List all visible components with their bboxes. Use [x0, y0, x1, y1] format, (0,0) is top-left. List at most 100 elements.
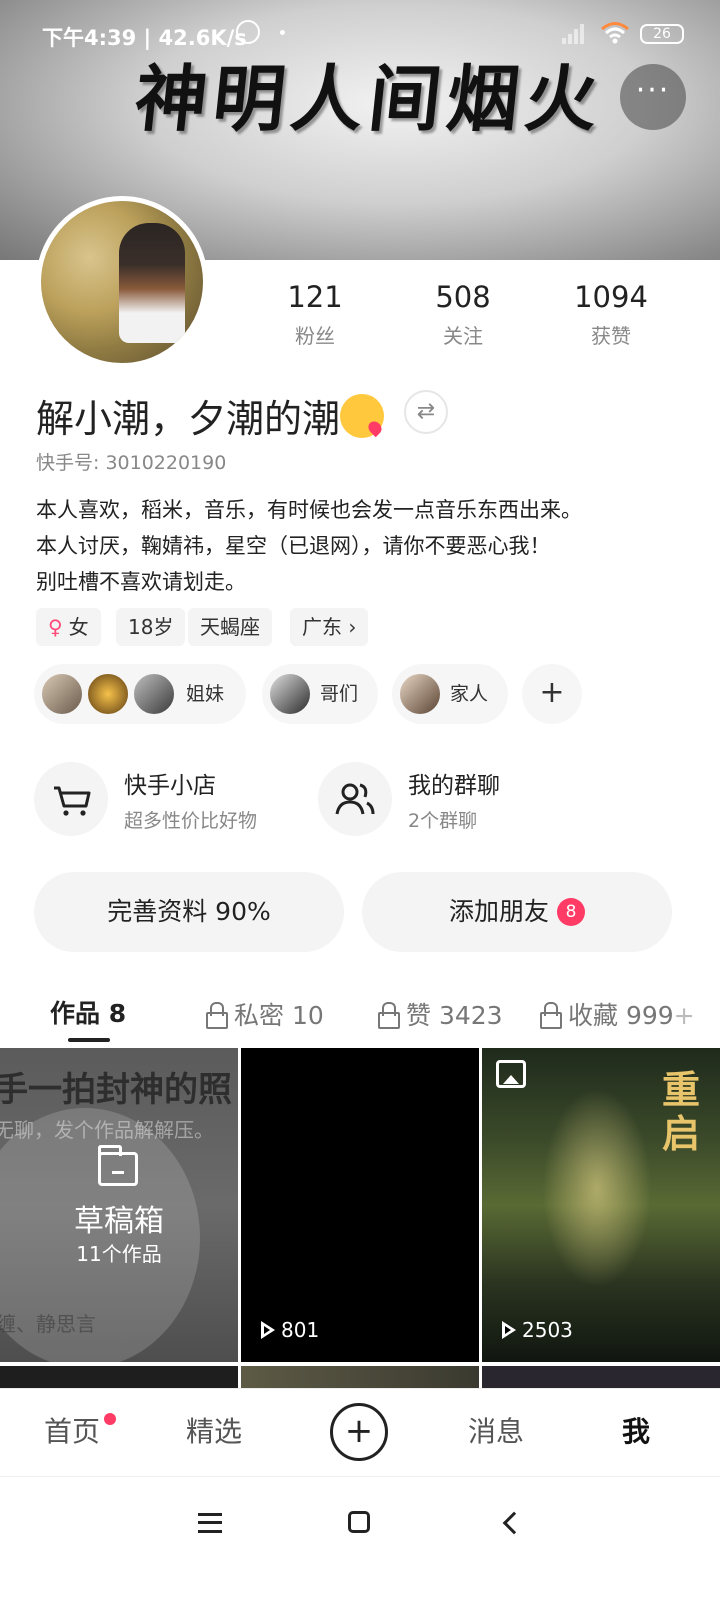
play-icon [261, 1321, 275, 1339]
content-tabs: 作品 8 私密 10 赞 3423 收藏 999+ [0, 990, 720, 1046]
bio-line: 别吐槽不喜欢请划走。 [36, 570, 246, 594]
add-friends-button[interactable]: 添加朋友 8 [362, 872, 672, 952]
play-icon [502, 1321, 516, 1339]
home-notification-dot [104, 1413, 116, 1425]
nav-featured[interactable]: 精选 [186, 1389, 242, 1475]
shop-title: 快手小店 [124, 773, 216, 799]
wifi-icon [601, 22, 629, 44]
add-friends-label: 添加朋友 [448, 897, 549, 926]
tab-favorites-label: 收藏 999 [568, 1001, 674, 1030]
user-id: 快手号: 3010220190 [36, 452, 227, 474]
stat-value: 1094 [574, 280, 648, 314]
group-member-avatar [132, 672, 176, 716]
stat-value: 121 [287, 280, 343, 314]
complete-profile-button[interactable]: 完善资料 90% [34, 872, 344, 952]
banner-title: 神明人间烟火 [130, 56, 608, 141]
group-chat-title: 我的群聊 [408, 773, 500, 799]
photo-post-thumbnail[interactable]: 重启 2503 [482, 1048, 720, 1362]
gender-tag: ♀ 女 [36, 608, 101, 646]
stat-followers[interactable]: 121 粉丝 [250, 280, 380, 349]
draft-thumbnail-text: 无聊，发个作品解解压。 [0, 1118, 214, 1142]
stat-label: 粉丝 [295, 324, 335, 348]
draft-thumbnail-text: 缠、静思言 [0, 1312, 96, 1336]
group-chat-subtitle: 2个群聊 [408, 810, 478, 832]
folder-icon [98, 1145, 138, 1186]
tab-works[interactable]: 作品 8 [50, 994, 126, 1030]
lock-icon [378, 1002, 400, 1029]
group-chat-icon [318, 762, 392, 836]
nav-messages[interactable]: 消息 [468, 1389, 524, 1475]
group-sisters[interactable]: 姐妹 [34, 664, 246, 724]
stat-label: 获赞 [591, 324, 631, 348]
shop-subtitle: 超多性价比好物 [124, 810, 258, 832]
location-tag[interactable]: 广东 › [290, 608, 369, 646]
video-thumbnail[interactable]: 801 [241, 1048, 479, 1362]
bio: 本人喜欢，稻米，音乐，有时候也会发一点音乐东西出来。 本人讨厌，鞠婧祎，星空（已… [36, 492, 582, 600]
status-time: 下午4:39 | 42.6K/s [42, 22, 247, 52]
play-count-value: 801 [281, 1318, 320, 1342]
stat-likes[interactable]: 1094 获赞 [546, 280, 676, 349]
play-count-value: 2503 [522, 1318, 573, 1342]
draft-thumbnail-text: 手一拍封神的照 [0, 1070, 232, 1110]
group-member-avatar [40, 672, 84, 716]
active-tab-indicator [68, 1038, 110, 1042]
alarm-icon [236, 20, 260, 44]
zodiac-tag: 天蝎座 [188, 608, 272, 646]
group-label: 哥们 [320, 683, 359, 705]
avatar[interactable] [36, 196, 208, 368]
group-buddies[interactable]: 哥们 [262, 664, 378, 724]
tab-likes[interactable]: 赞 3423 [378, 996, 503, 1032]
gender-label: 女 [68, 615, 89, 639]
drafts-count: 11个作品 [76, 1242, 162, 1266]
notification-dot-icon [280, 30, 285, 35]
bottom-navigation: 首页 精选 + 消息 我 [0, 1388, 720, 1474]
age-tag: 18岁 [116, 608, 186, 646]
lock-icon [206, 1002, 228, 1029]
friend-request-badge: 8 [557, 898, 585, 926]
tab-likes-label: 赞 3423 [406, 1001, 503, 1030]
poster-artwork [542, 1088, 652, 1288]
feature-shortcuts: 快手小店 超多性价比好物 我的群聊 2个群聊 [34, 760, 694, 840]
group-member-avatar [398, 672, 442, 716]
tab-private[interactable]: 私密 10 [206, 996, 324, 1032]
tab-favorites[interactable]: 收藏 999+ [540, 996, 695, 1032]
group-member-avatar [268, 672, 312, 716]
drafts-title: 草稿箱 [74, 1204, 164, 1239]
group-label: 姐妹 [186, 683, 225, 705]
username-text: 解小潮，夕潮的潮 [36, 397, 341, 441]
group-member-avatar [86, 672, 130, 716]
username: 解小潮，夕潮的潮 [36, 388, 385, 443]
recent-apps-icon[interactable] [198, 1513, 222, 1533]
nav-me[interactable]: 我 [622, 1389, 650, 1475]
status-speed: 42.6K/s [158, 26, 247, 50]
lock-icon [540, 1002, 562, 1029]
profile-stats: 121 粉丝 508 关注 1094 获赞 [250, 280, 690, 360]
home-icon[interactable] [348, 1511, 370, 1533]
back-icon[interactable] [502, 1511, 526, 1535]
stat-value: 508 [435, 280, 491, 314]
battery-icon: 26 [640, 24, 684, 44]
bio-line: 本人喜欢，稻米，音乐，有时候也会发一点音乐东西出来。 [36, 498, 582, 522]
tab-private-label: 私密 10 [234, 1001, 324, 1030]
my-group-chats[interactable]: 我的群聊 2个群聊 [318, 760, 618, 840]
group-label: 家人 [450, 683, 489, 705]
stat-label: 关注 [443, 324, 483, 348]
kiss-emoji-icon [340, 394, 385, 438]
switch-account-button[interactable]: ⇄ [404, 390, 448, 434]
nav-home[interactable]: 首页 [44, 1389, 100, 1475]
create-post-button[interactable]: + [330, 1403, 388, 1461]
add-group-button[interactable]: + [522, 664, 582, 724]
stat-following[interactable]: 508 关注 [398, 280, 528, 349]
group-family[interactable]: 家人 [392, 664, 508, 724]
more-options-button[interactable]: ··· [620, 64, 686, 130]
status-clock: 下午4:39 [42, 26, 137, 50]
drafts-box[interactable]: 手一拍封神的照 无聊，发个作品解解压。 缠、静思言 草稿箱 11个作品 [0, 1048, 238, 1362]
status-separator: | [143, 26, 152, 50]
works-grid: 手一拍封神的照 无聊，发个作品解解压。 缠、静思言 草稿箱 11个作品 801 … [0, 1048, 720, 1396]
play-count: 2503 [502, 1318, 573, 1342]
female-icon: ♀ [48, 615, 63, 639]
bio-line: 本人讨厌，鞠婧祎，星空（已退网），请你不要恶心我！ [36, 534, 551, 558]
play-count: 801 [261, 1318, 319, 1342]
signal-icon [562, 22, 588, 44]
kuaishou-shop[interactable]: 快手小店 超多性价比好物 [34, 760, 334, 840]
